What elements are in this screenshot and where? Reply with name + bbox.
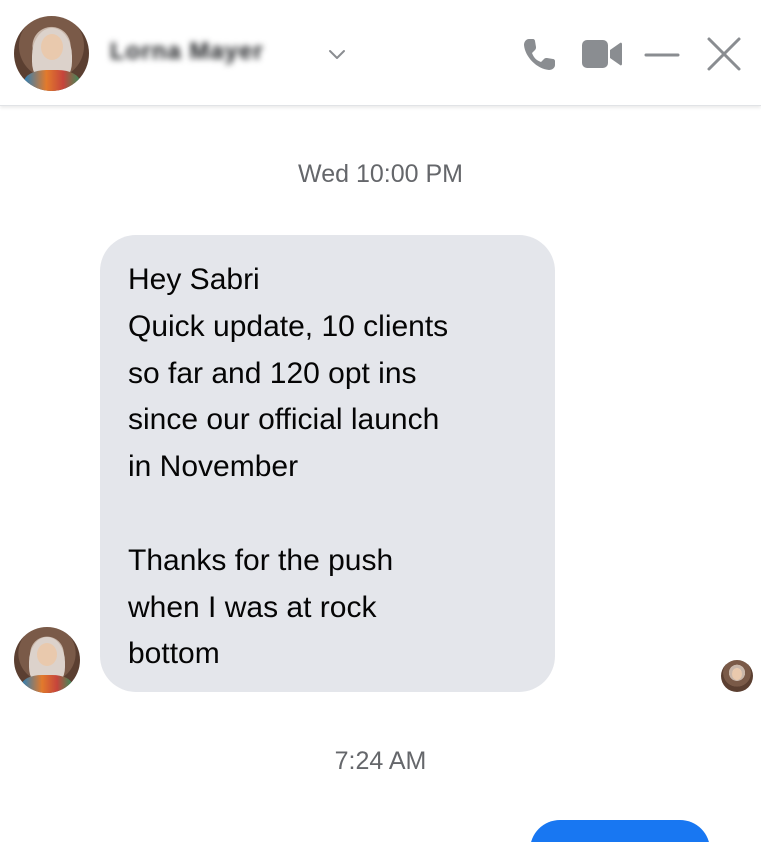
avatar-face <box>41 34 63 60</box>
incoming-message-bubble[interactable]: Hey Sabri Quick update, 10 clients so fa… <box>100 235 555 692</box>
avatar-face <box>732 668 742 680</box>
phone-icon[interactable] <box>520 34 560 74</box>
message-timestamp: 7:24 AM <box>334 747 427 775</box>
chat-window: Lorna Mayer Wed 10:00 PM Hey Sabri Quick… <box>0 0 761 842</box>
avatar-shirt <box>22 675 72 693</box>
contact-avatar[interactable] <box>14 16 89 91</box>
outgoing-message-bubble[interactable] <box>530 820 710 842</box>
contact-name[interactable]: Lorna Mayer <box>110 38 310 68</box>
sender-avatar[interactable] <box>14 627 80 693</box>
seen-indicator-avatar <box>721 660 753 692</box>
chevron-down-icon[interactable] <box>325 42 349 66</box>
video-camera-icon[interactable] <box>580 36 624 72</box>
chat-header: Lorna Mayer <box>0 0 761 106</box>
message-timestamp: Wed 10:00 PM <box>298 160 463 188</box>
close-icon[interactable] <box>703 34 745 74</box>
avatar-shirt <box>24 70 80 91</box>
avatar-face <box>37 643 57 666</box>
minimize-icon[interactable] <box>642 40 682 70</box>
